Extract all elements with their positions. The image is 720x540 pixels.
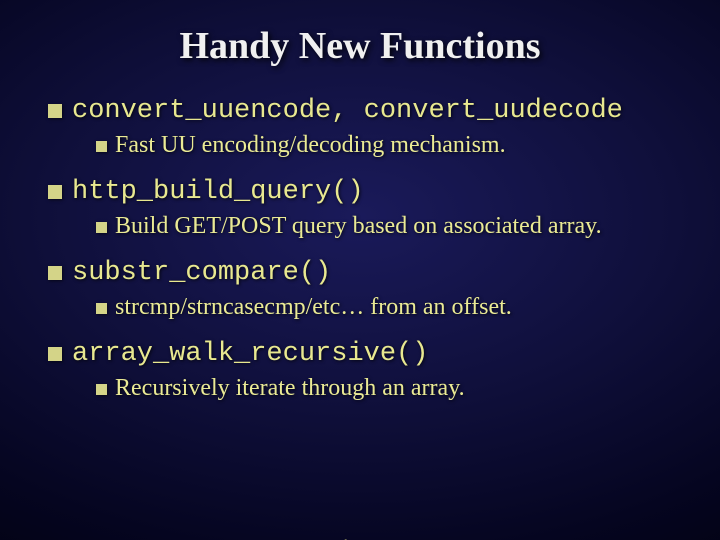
function-name: array_walk_recursive() xyxy=(72,339,428,369)
list-sub-item: Recursively iterate through an array. xyxy=(96,375,690,402)
list-item: array_walk_recursive() Recursively itera… xyxy=(48,339,690,402)
bullet-icon xyxy=(48,266,62,280)
slide-content: convert_uuencode, convert_uudecode Fast … xyxy=(0,96,720,402)
bullet-icon xyxy=(48,104,62,118)
bullet-icon xyxy=(48,185,62,199)
bullet-icon xyxy=(96,384,107,395)
function-name: substr_compare() xyxy=(72,258,331,288)
list-item: http_build_query() Build GET/POST query … xyxy=(48,177,690,240)
function-desc: Recursively iterate through an array. xyxy=(115,375,465,401)
list-sub-item: Build GET/POST query based on associated… xyxy=(96,213,690,240)
bullet-icon xyxy=(96,141,107,152)
bullet-icon xyxy=(48,347,62,361)
list-item: substr_compare() strcmp/strncasecmp/etc…… xyxy=(48,258,690,321)
function-name: convert_uuencode, convert_uudecode xyxy=(72,96,623,126)
bullet-icon xyxy=(96,222,107,233)
list-item: convert_uuencode, convert_uudecode Fast … xyxy=(48,96,690,159)
bullet-icon xyxy=(96,303,107,314)
slide-title: Handy New Functions xyxy=(0,24,720,68)
function-desc: Build GET/POST query based on associated… xyxy=(115,213,602,239)
list-sub-item: Fast UU encoding/decoding mechanism. xyxy=(96,132,690,159)
list-sub-item: strcmp/strncasecmp/etc… from an offset. xyxy=(96,294,690,321)
function-desc: Fast UU encoding/decoding mechanism. xyxy=(115,132,506,158)
function-desc: strcmp/strncasecmp/etc… from an offset. xyxy=(115,294,512,320)
function-name: http_build_query() xyxy=(72,177,364,207)
